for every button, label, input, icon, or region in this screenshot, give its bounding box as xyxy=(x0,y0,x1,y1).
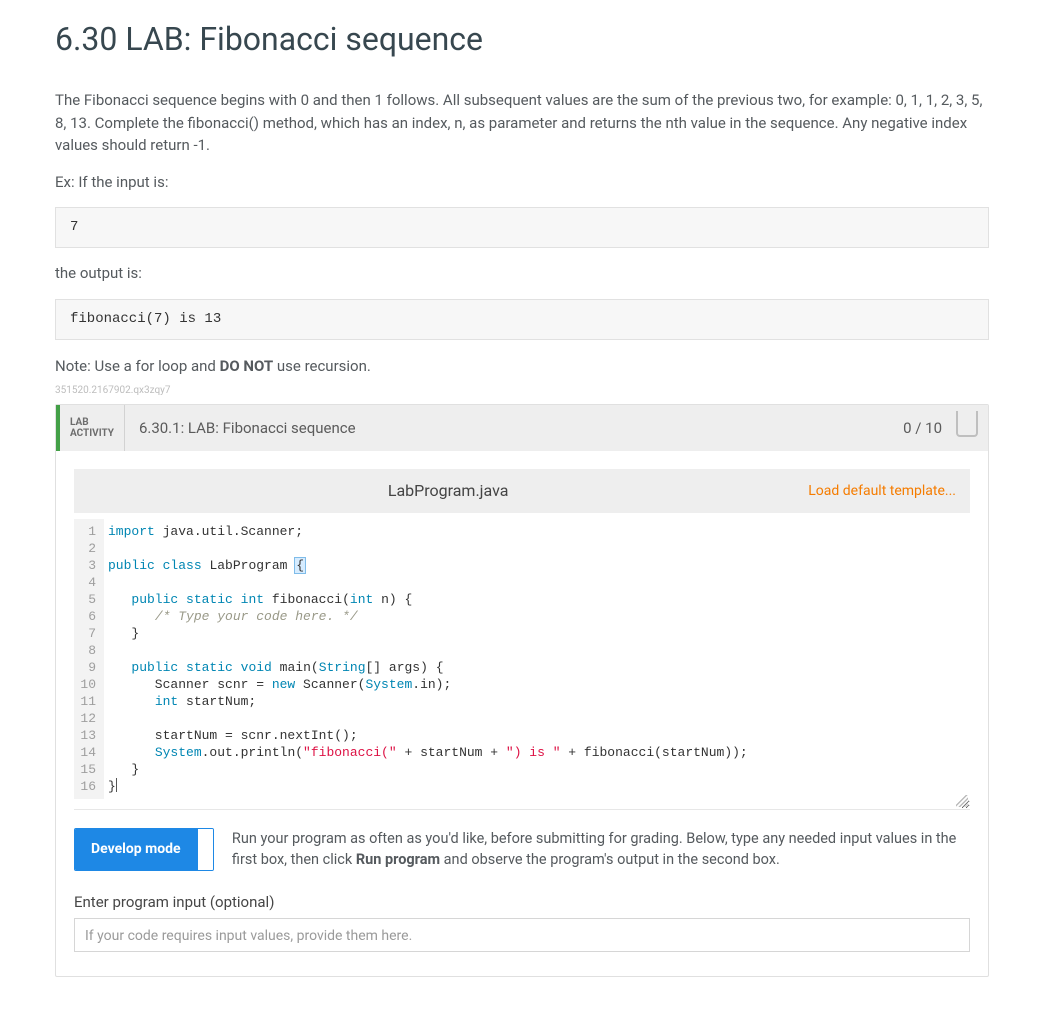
program-input-field[interactable] xyxy=(74,918,970,952)
filename-label: LabProgram.java xyxy=(88,479,808,503)
lab-description: The Fibonacci sequence begins with 0 and… xyxy=(55,89,989,157)
bookmark-icon[interactable] xyxy=(956,411,978,437)
activity-score: 0 / 10 xyxy=(903,405,950,451)
program-input-label: Enter program input (optional) xyxy=(74,891,970,914)
resize-handle-icon[interactable] xyxy=(956,795,968,807)
content-id: 351520.2167902.qx3zqy7 xyxy=(55,383,989,398)
mode-description: Run your program as often as you'd like,… xyxy=(232,828,970,870)
page-title: 6.30 LAB: Fibonacci sequence xyxy=(55,15,989,63)
load-template-link[interactable]: Load default template... xyxy=(808,481,956,502)
lab-activity-panel: LABACTIVITY 6.30.1: LAB: Fibonacci seque… xyxy=(55,404,989,977)
example-output-intro: the output is: xyxy=(55,262,989,285)
note-line: Note: Use a for loop and DO NOT use recu… xyxy=(55,355,989,378)
submit-mode-button[interactable]: Submit mode xyxy=(197,829,214,870)
line-gutter: 1 2 3 4 5 6 7 8 9 10 11 12 13 14 15 16 xyxy=(74,519,104,799)
mode-toggle: Develop mode Submit mode xyxy=(74,828,214,871)
activity-title: 6.30.1: LAB: Fibonacci sequence xyxy=(125,405,903,451)
run-program-bold: Run program xyxy=(356,851,440,868)
code-content[interactable]: import java.util.Scanner; public class L… xyxy=(104,519,970,799)
code-editor[interactable]: 1 2 3 4 5 6 7 8 9 10 11 12 13 14 15 16 i… xyxy=(74,513,970,810)
example-input-box: 7 xyxy=(55,207,989,248)
activity-kind-badge: LABACTIVITY xyxy=(60,405,125,451)
note-bold: DO NOT xyxy=(220,357,274,375)
editor-filebar: LabProgram.java Load default template... xyxy=(74,469,970,513)
activity-header: LABACTIVITY 6.30.1: LAB: Fibonacci seque… xyxy=(56,405,988,451)
example-output-box: fibonacci(7) is 13 xyxy=(55,299,989,340)
develop-mode-button[interactable]: Develop mode xyxy=(75,829,197,870)
example-input-intro: Ex: If the input is: xyxy=(55,171,989,194)
